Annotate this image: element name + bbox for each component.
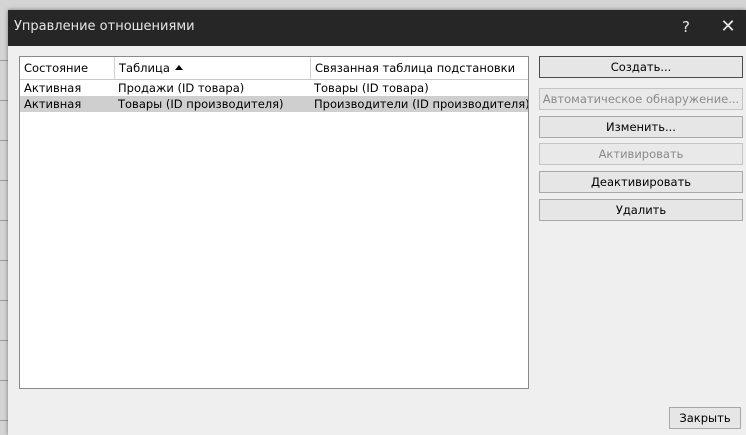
sort-ascending-icon <box>174 65 183 70</box>
autodetect-button[interactable]: Автоматическое обнаружение... <box>539 88 743 110</box>
close-button[interactable]: Закрыть <box>669 407 741 429</box>
dialog-titlebar: Управление отношениями ? ✕ <box>8 10 746 46</box>
manage-relationships-dialog: Управление отношениями ? ✕ Состояние Таб… <box>8 10 746 435</box>
column-header-table[interactable]: Таблица <box>114 57 310 79</box>
table-row-selected[interactable]: Активная Товары (ID производителя) Произ… <box>20 96 528 112</box>
delete-button[interactable]: Удалить <box>539 199 743 221</box>
cell-table: Товары (ID производителя) <box>118 97 284 111</box>
cell-lookup: Производители (ID производителя) <box>314 97 528 111</box>
cell-lookup: Товары (ID товара) <box>314 81 429 95</box>
column-header-lookup-table[interactable]: Связанная таблица подстановки <box>310 57 528 79</box>
help-button[interactable]: ? <box>668 10 704 46</box>
cell-state: Активная <box>24 97 82 111</box>
create-button[interactable]: Создать... <box>539 56 743 78</box>
cell-table: Продажи (ID товара) <box>118 81 245 95</box>
close-icon[interactable]: ✕ <box>710 10 746 46</box>
edit-button[interactable]: Изменить... <box>539 116 743 138</box>
table-row[interactable]: Активная Продажи (ID товара) Товары (ID … <box>20 80 528 96</box>
deactivate-button[interactable]: Деактивировать <box>539 171 743 193</box>
activate-button[interactable]: Активировать <box>539 143 743 165</box>
table-header: Состояние Таблица Связанная таблица подс… <box>20 57 528 80</box>
relationships-table[interactable]: Состояние Таблица Связанная таблица подс… <box>19 56 529 389</box>
dialog-title: Управление отношениями <box>14 19 195 34</box>
column-header-state[interactable]: Состояние <box>20 57 114 79</box>
cell-state: Активная <box>24 81 82 95</box>
